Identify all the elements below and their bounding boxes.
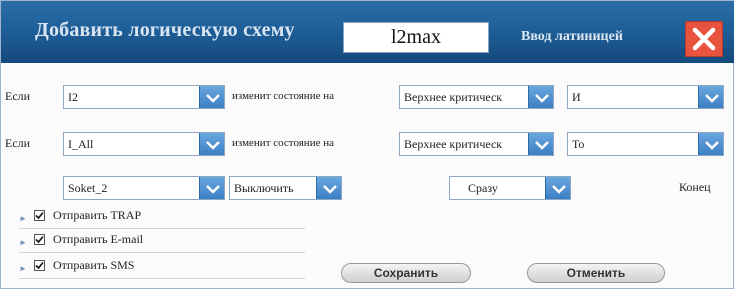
condition-1-prefix: Если — [5, 89, 31, 103]
expand-arrow-icon[interactable]: ► — [19, 238, 27, 247]
save-button[interactable]: Сохранить — [341, 263, 471, 283]
condition-2-operator-value: То — [572, 137, 585, 151]
condition-2-changes-label: изменит состояние на — [232, 137, 334, 149]
chevron-down-icon[interactable] — [528, 86, 553, 108]
cancel-button[interactable]: Отменить — [527, 263, 665, 283]
output-action-value: Выключить — [234, 181, 294, 195]
condition-1-operator-select[interactable]: И — [567, 85, 724, 109]
output-timing-value: Сразу — [468, 181, 498, 195]
condition-1-state-value: Верхнее критическ — [404, 90, 503, 104]
chevron-down-icon[interactable] — [545, 177, 570, 199]
condition-2-operator-select[interactable]: То — [567, 132, 724, 156]
checkmark-icon — [35, 235, 44, 244]
send-email-checkbox[interactable] — [34, 234, 45, 245]
expand-arrow-icon[interactable]: ► — [19, 214, 27, 223]
expand-arrow-icon[interactable]: ► — [19, 264, 27, 273]
dialog-title: Добавить логическую схему — [35, 19, 295, 41]
chevron-down-icon[interactable] — [199, 177, 224, 199]
condition-1-operator-value: И — [572, 90, 581, 104]
close-icon — [692, 27, 716, 51]
end-label: Конец — [679, 180, 711, 194]
add-logic-scheme-dialog: Добавить логическую схему Ввод латиницей… — [0, 0, 734, 289]
checkmark-icon — [35, 261, 44, 270]
action-send-email: ► Отправить E-mail — [19, 231, 305, 253]
condition-1-state-select[interactable]: Верхнее критическ — [399, 85, 554, 109]
chevron-down-icon[interactable] — [528, 133, 553, 155]
condition-2-state-value: Верхнее критическ — [404, 137, 503, 151]
condition-2-state-select[interactable]: Верхнее критическ — [399, 132, 554, 156]
output-socket-value: Soket_2 — [68, 181, 108, 195]
chevron-down-icon[interactable] — [316, 177, 341, 199]
output-socket-select[interactable]: Soket_2 — [63, 176, 225, 200]
output-action-select[interactable]: Выключить — [229, 176, 342, 200]
condition-2-source-value: I_All — [68, 137, 94, 151]
action-send-sms: ► Отправить SMS — [19, 257, 305, 279]
output-timing-select[interactable]: Сразу — [449, 176, 571, 200]
chevron-down-icon[interactable] — [199, 86, 224, 108]
scheme-name-input[interactable] — [343, 22, 489, 53]
condition-1-changes-label: изменит состояние на — [232, 90, 334, 102]
action-send-trap: ► Отправить TRAP — [19, 207, 305, 229]
chevron-down-icon[interactable] — [698, 86, 723, 108]
latin-input-hint: Ввод латиницей — [521, 29, 623, 44]
send-email-label: Отправить E-mail — [53, 232, 144, 246]
chevron-down-icon[interactable] — [199, 133, 224, 155]
send-trap-label: Отправить TRAP — [53, 208, 142, 222]
chevron-down-icon[interactable] — [698, 133, 723, 155]
condition-1-source-value: I2 — [68, 90, 78, 104]
checkmark-icon — [35, 211, 44, 220]
send-sms-label: Отправить SMS — [53, 258, 135, 272]
send-trap-checkbox[interactable] — [34, 210, 45, 221]
condition-1-source-select[interactable]: I2 — [63, 85, 225, 109]
close-button[interactable] — [685, 21, 723, 57]
condition-2-source-select[interactable]: I_All — [63, 132, 225, 156]
condition-2-prefix: Если — [5, 136, 31, 150]
dialog-titlebar: Добавить логическую схему Ввод латиницей — [1, 1, 734, 63]
send-sms-checkbox[interactable] — [34, 260, 45, 271]
